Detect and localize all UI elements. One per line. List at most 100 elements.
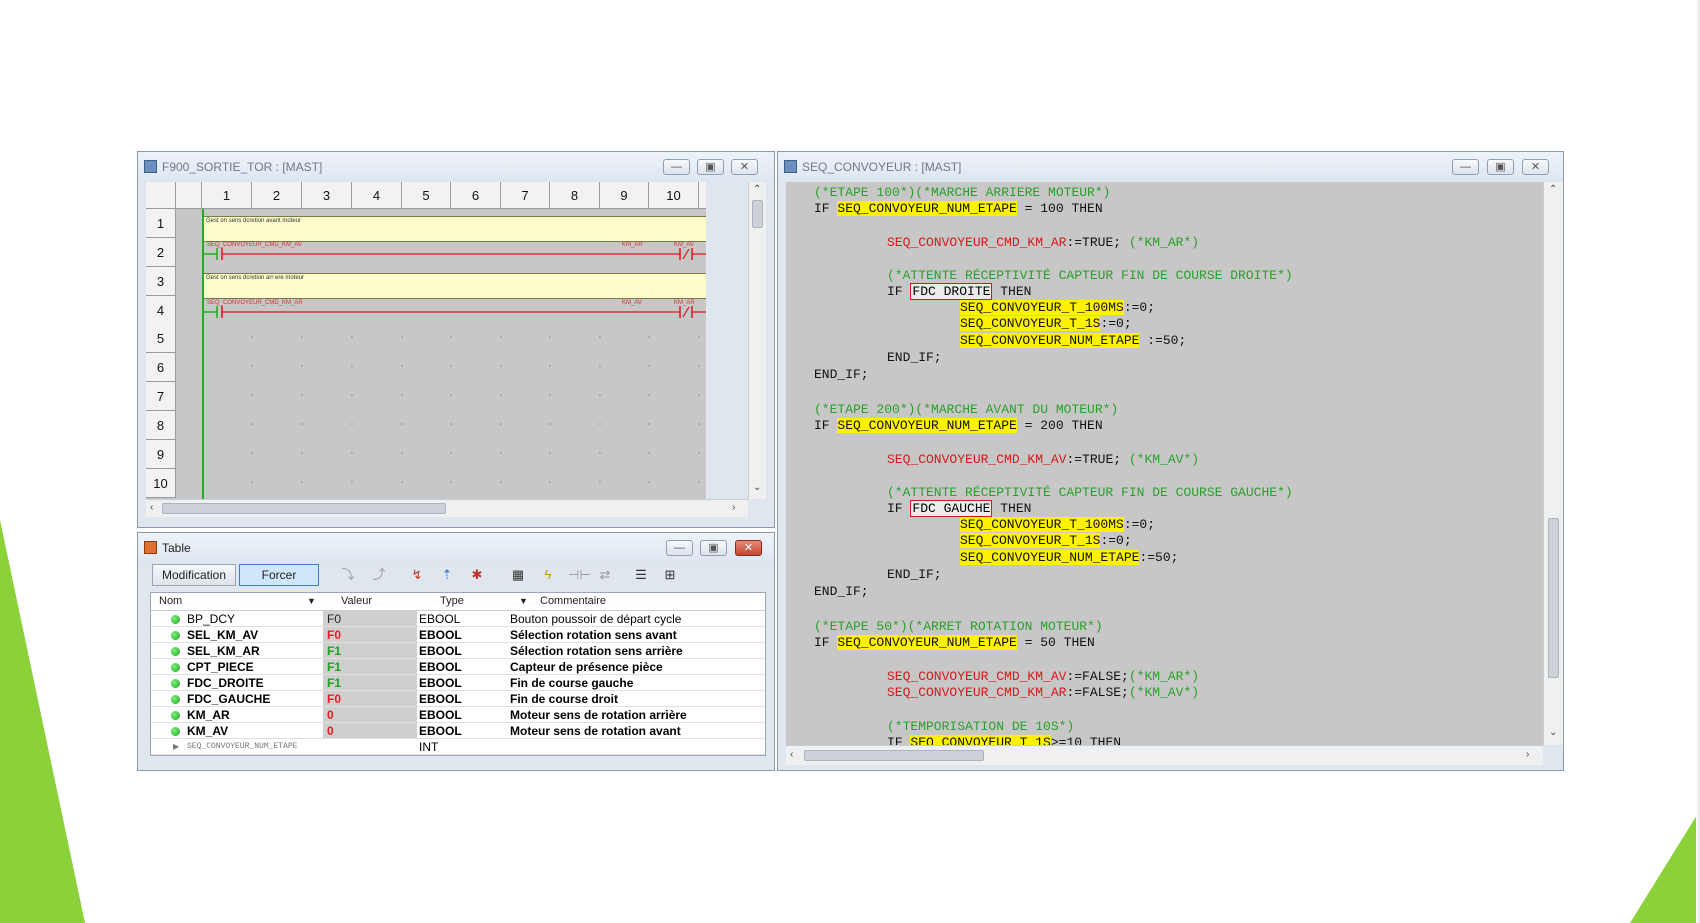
contact-icon[interactable]: ⊣⊢ bbox=[568, 566, 591, 584]
cell-valeur[interactable]: F0 bbox=[323, 691, 417, 707]
cell-type: EBOOL bbox=[419, 628, 462, 642]
table-row[interactable]: BP_DCY F0 EBOOL Bouton poussoir de départ c… bbox=[151, 611, 765, 627]
code-line: IF FDC DROITE THEN bbox=[887, 283, 1032, 300]
cell-nom: SEQ_CONVOYEUR_NUM_ETAPE bbox=[187, 742, 298, 751]
table-titlebar[interactable]: Table — ▣ ✕ bbox=[138, 533, 774, 563]
ladder-row-5: 5 bbox=[146, 324, 176, 353]
code-hscroll-thumb[interactable] bbox=[804, 750, 984, 761]
forcer-button[interactable]: Forcer bbox=[239, 564, 319, 586]
cell-valeur[interactable]: F1 bbox=[323, 643, 417, 659]
cell-valeur[interactable]: F1 bbox=[323, 659, 417, 675]
ladder-col-9: 9 bbox=[600, 182, 649, 209]
cell-valeur[interactable]: 0 bbox=[323, 723, 417, 739]
maximize-icon[interactable]: ▣ bbox=[1487, 159, 1514, 175]
nom-sort-dropdown-icon[interactable]: ▼ bbox=[307, 593, 316, 609]
st-code-editor[interactable]: (*ETAPE 100*)(*MARCHE ARRIERE MOTEUR*) I… bbox=[786, 182, 1543, 745]
table-row[interactable]: FDC_GAUCHE F0 EBOOL Fin de course droit bbox=[151, 691, 765, 707]
table-row[interactable]: KM_AV 0 EBOOL Moteur sens de rotation avant bbox=[151, 723, 765, 739]
col-header-type[interactable]: Type bbox=[440, 593, 464, 609]
cell-nom: BP_DCY bbox=[187, 612, 236, 626]
scroll-right-icon[interactable]: › bbox=[1526, 749, 1529, 760]
minimize-icon[interactable]: — bbox=[1452, 159, 1479, 175]
minimize-icon[interactable]: — bbox=[666, 540, 693, 556]
ladder-corner-cell-2 bbox=[176, 182, 202, 209]
close-icon[interactable]: ✕ bbox=[735, 540, 762, 556]
modification-button[interactable]: Modification bbox=[152, 564, 236, 586]
rung2-circuit[interactable] bbox=[202, 304, 706, 320]
table-row[interactable]: ▶ SEQ_CONVOYEUR_NUM_ETAPE INT bbox=[151, 739, 765, 755]
cell-valeur[interactable]: F0 bbox=[323, 627, 417, 643]
ladder-horizontal-scrollbar[interactable]: ‹ › bbox=[146, 499, 748, 517]
ladder-titlebar[interactable]: F900_SORTIE_TOR : [MAST] — ▣ ✕ bbox=[138, 152, 774, 182]
set-icon[interactable]: ⇡ bbox=[438, 566, 456, 584]
expand-arrow-icon[interactable]: ▶ bbox=[173, 739, 179, 755]
code-titlebar[interactable]: SEQ_CONVOYEUR : [MAST] — ▣ ✕ bbox=[778, 152, 1563, 182]
maximize-icon[interactable]: ▣ bbox=[697, 159, 724, 175]
ladder-col-6: 6 bbox=[451, 182, 501, 209]
status-dot-icon bbox=[171, 711, 180, 720]
table-row[interactable]: SEL_KM_AR F1 EBOOL Sélection rotation sens … bbox=[151, 643, 765, 659]
ladder-vertical-scrollbar[interactable]: ⌃ ⌄ bbox=[748, 182, 766, 499]
code-horizontal-scrollbar[interactable]: ‹ › bbox=[786, 745, 1543, 765]
cell-nom: FDC_GAUCHE bbox=[187, 692, 271, 706]
rung1-circuit[interactable] bbox=[202, 246, 706, 262]
table-row[interactable]: FDC_DROITE F1 EBOOL Fin de course gauche bbox=[151, 675, 765, 691]
scroll-up-icon[interactable]: ⌃ bbox=[1549, 184, 1557, 195]
code-window: SEQ_CONVOYEUR : [MAST] — ▣ ✕ (*ETAPE 100… bbox=[777, 151, 1564, 771]
cell-commentaire: Sélection rotation sens arrière bbox=[510, 644, 683, 658]
table-row[interactable]: KM_AR 0 EBOOL Moteur sens de rotation arriè… bbox=[151, 707, 765, 723]
table-row[interactable]: CPT_PIECE F1 EBOOL Capteur de présence pièc… bbox=[151, 659, 765, 675]
table-window-title: Table bbox=[162, 541, 191, 555]
ladder-comment-2[interactable]: Gest on sens dcretion arr ere moteur bbox=[202, 273, 706, 299]
col-header-commentaire[interactable]: Commentaire bbox=[540, 593, 606, 609]
ladder-editor[interactable]: 1 2 3 4 5 6 7 8 9 10 11 1 2 3 4 5 6 7 8 … bbox=[146, 182, 706, 499]
scroll-down-icon[interactable]: ⌄ bbox=[753, 482, 761, 493]
force-low-icon[interactable]: ⤵ bbox=[339, 566, 357, 584]
ladder-vscroll-thumb[interactable] bbox=[752, 200, 763, 228]
col-header-valeur[interactable]: Valeur bbox=[341, 593, 372, 609]
properties-icon[interactable]: ☰ bbox=[632, 566, 650, 584]
ladder-comment-1[interactable]: Gest on sens dcretion avant moteur bbox=[202, 216, 706, 242]
maximize-icon[interactable]: ▣ bbox=[700, 540, 727, 556]
ladder-hscroll-thumb[interactable] bbox=[162, 503, 446, 514]
cell-nom: CPT_PIECE bbox=[187, 660, 254, 674]
cell-valeur[interactable] bbox=[323, 739, 417, 755]
force-high-icon[interactable]: ⤴ bbox=[370, 566, 388, 584]
animation-icon[interactable]: ϟ bbox=[539, 566, 557, 584]
code-line: IF SEQ_CONVOYEUR_NUM_ETAPE = 200 THEN bbox=[814, 418, 1103, 433]
ladder-col-3: 3 bbox=[302, 182, 352, 209]
code-line: SEQ_CONVOYEUR_T_100MS:=0; bbox=[960, 300, 1156, 315]
status-dot-icon bbox=[171, 695, 180, 704]
code-vertical-scrollbar[interactable]: ⌃ ⌄ bbox=[1543, 182, 1563, 745]
unforce-icon[interactable]: ↯ bbox=[408, 566, 426, 584]
modify-icon[interactable]: ⇄ bbox=[596, 566, 614, 584]
cell-valeur[interactable]: F1 bbox=[323, 675, 417, 691]
col-header-nom[interactable]: Nom bbox=[159, 593, 182, 609]
ladder-window-title: F900_SORTIE_TOR : [MAST] bbox=[162, 160, 323, 174]
scroll-left-icon[interactable]: ‹ bbox=[790, 749, 793, 760]
scroll-down-icon[interactable]: ⌄ bbox=[1549, 727, 1557, 738]
code-line: IF SEQ_CONVOYEUR_NUM_ETAPE = 50 THEN bbox=[814, 635, 1095, 650]
format-icon[interactable]: ⊞ bbox=[661, 566, 679, 584]
ladder-grid-dots bbox=[251, 336, 700, 483]
scroll-up-icon[interactable]: ⌃ bbox=[753, 184, 761, 195]
cell-commentaire: Sélection rotation sens avant bbox=[510, 628, 677, 642]
ladder-row-2: 2 bbox=[146, 238, 176, 267]
reset-icon[interactable]: ✱ bbox=[468, 566, 486, 584]
code-line: SEQ_CONVOYEUR_CMD_KM_AR:=TRUE; (*KM_AR*) bbox=[887, 235, 1200, 250]
minimize-icon[interactable]: — bbox=[663, 159, 690, 175]
grid-view-icon[interactable]: ▦ bbox=[509, 566, 527, 584]
code-line: SEQ_CONVOYEUR_T_1S:=0; bbox=[960, 316, 1132, 331]
table-row[interactable]: SEL_KM_AV F0 EBOOL Sélection rotation sens … bbox=[151, 627, 765, 643]
ladder-row-8: 8 bbox=[146, 411, 176, 440]
cell-valeur[interactable]: F0 bbox=[323, 611, 417, 627]
cell-valeur[interactable]: 0 bbox=[323, 707, 417, 723]
code-line: END_IF; bbox=[887, 350, 942, 365]
close-icon[interactable]: ✕ bbox=[1522, 159, 1549, 175]
close-icon[interactable]: ✕ bbox=[731, 159, 758, 175]
type-dropdown-icon[interactable]: ▼ bbox=[519, 593, 528, 609]
scroll-left-icon[interactable]: ‹ bbox=[150, 502, 153, 513]
scroll-right-icon[interactable]: › bbox=[732, 502, 735, 513]
ladder-col-5: 5 bbox=[402, 182, 451, 209]
code-vscroll-thumb[interactable] bbox=[1548, 518, 1559, 678]
